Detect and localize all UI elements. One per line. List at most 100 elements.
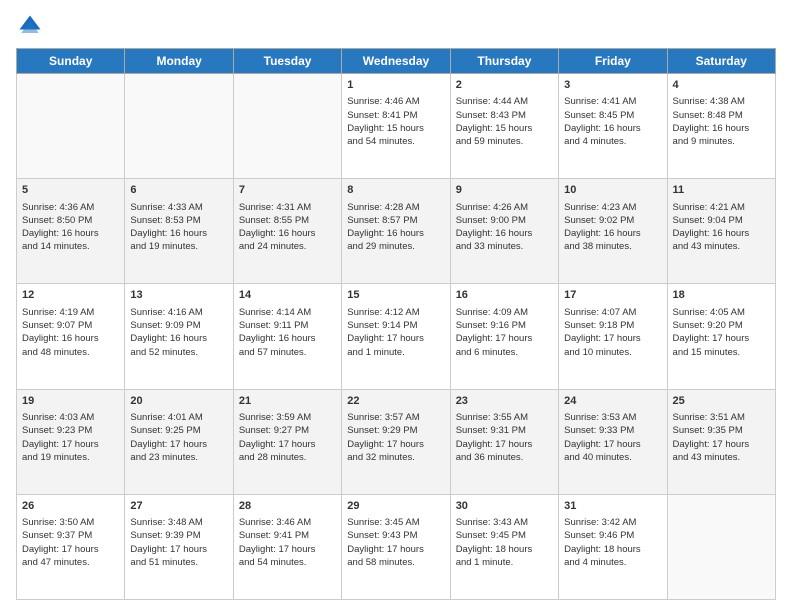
- day-info-line: Sunrise: 4:21 AM: [673, 201, 770, 214]
- day-number: 3: [564, 78, 661, 93]
- day-number: 14: [239, 288, 336, 303]
- calendar-cell: 9Sunrise: 4:26 AMSunset: 9:00 PMDaylight…: [450, 179, 558, 284]
- day-info-line: Sunrise: 3:45 AM: [347, 516, 444, 529]
- day-info-line: Sunrise: 4:38 AM: [673, 95, 770, 108]
- day-info-line: Sunrise: 4:03 AM: [22, 411, 119, 424]
- day-info-line: and 28 minutes.: [239, 451, 336, 464]
- day-info-line: and 4 minutes.: [564, 135, 661, 148]
- day-info-line: and 43 minutes.: [673, 240, 770, 253]
- day-info-line: Sunrise: 3:53 AM: [564, 411, 661, 424]
- day-info-line: and 23 minutes.: [130, 451, 227, 464]
- day-info-line: Sunrise: 4:44 AM: [456, 95, 553, 108]
- calendar-cell: 11Sunrise: 4:21 AMSunset: 9:04 PMDayligh…: [667, 179, 775, 284]
- day-number: 2: [456, 78, 553, 93]
- day-info-line: Daylight: 17 hours: [239, 438, 336, 451]
- day-info-line: Daylight: 17 hours: [564, 332, 661, 345]
- day-info-line: and 1 minute.: [456, 556, 553, 569]
- day-info-line: Daylight: 16 hours: [347, 227, 444, 240]
- day-info-line: Sunset: 9:35 PM: [673, 424, 770, 437]
- day-info-line: and 15 minutes.: [673, 346, 770, 359]
- day-info-line: Sunset: 9:16 PM: [456, 319, 553, 332]
- day-info-line: Sunrise: 4:31 AM: [239, 201, 336, 214]
- day-info-line: and 33 minutes.: [456, 240, 553, 253]
- day-info-line: and 48 minutes.: [22, 346, 119, 359]
- day-number: 8: [347, 183, 444, 198]
- day-number: 1: [347, 78, 444, 93]
- day-info-line: Daylight: 16 hours: [130, 227, 227, 240]
- day-info-line: Sunrise: 3:59 AM: [239, 411, 336, 424]
- day-info-line: Sunrise: 4:23 AM: [564, 201, 661, 214]
- day-info-line: Sunset: 9:02 PM: [564, 214, 661, 227]
- calendar-cell: 27Sunrise: 3:48 AMSunset: 9:39 PMDayligh…: [125, 494, 233, 599]
- day-number: 28: [239, 499, 336, 514]
- day-number: 22: [347, 394, 444, 409]
- day-info-line: Sunrise: 4:16 AM: [130, 306, 227, 319]
- day-info-line: Sunrise: 3:50 AM: [22, 516, 119, 529]
- week-row-3: 12Sunrise: 4:19 AMSunset: 9:07 PMDayligh…: [17, 284, 776, 389]
- week-row-1: 1Sunrise: 4:46 AMSunset: 8:41 PMDaylight…: [17, 74, 776, 179]
- calendar-cell: 1Sunrise: 4:46 AMSunset: 8:41 PMDaylight…: [342, 74, 450, 179]
- day-info-line: Sunrise: 4:12 AM: [347, 306, 444, 319]
- day-info-line: Sunset: 9:14 PM: [347, 319, 444, 332]
- calendar-cell: 16Sunrise: 4:09 AMSunset: 9:16 PMDayligh…: [450, 284, 558, 389]
- day-info-line: and 9 minutes.: [673, 135, 770, 148]
- day-number: 18: [673, 288, 770, 303]
- day-info-line: Sunset: 9:23 PM: [22, 424, 119, 437]
- day-number: 19: [22, 394, 119, 409]
- day-number: 9: [456, 183, 553, 198]
- week-row-4: 19Sunrise: 4:03 AMSunset: 9:23 PMDayligh…: [17, 389, 776, 494]
- day-info-line: Daylight: 17 hours: [347, 332, 444, 345]
- calendar-cell: 12Sunrise: 4:19 AMSunset: 9:07 PMDayligh…: [17, 284, 125, 389]
- day-info-line: Daylight: 17 hours: [673, 332, 770, 345]
- calendar-cell: 13Sunrise: 4:16 AMSunset: 9:09 PMDayligh…: [125, 284, 233, 389]
- calendar-cell: 28Sunrise: 3:46 AMSunset: 9:41 PMDayligh…: [233, 494, 341, 599]
- day-info-line: and 14 minutes.: [22, 240, 119, 253]
- day-info-line: Sunrise: 3:43 AM: [456, 516, 553, 529]
- day-info-line: and 32 minutes.: [347, 451, 444, 464]
- header-cell-saturday: Saturday: [667, 49, 775, 74]
- day-info-line: Daylight: 17 hours: [347, 438, 444, 451]
- day-info-line: and 24 minutes.: [239, 240, 336, 253]
- day-info-line: Sunset: 9:20 PM: [673, 319, 770, 332]
- day-info-line: Sunset: 9:07 PM: [22, 319, 119, 332]
- day-info-line: Daylight: 18 hours: [456, 543, 553, 556]
- day-info-line: and 43 minutes.: [673, 451, 770, 464]
- day-info-line: Daylight: 15 hours: [347, 122, 444, 135]
- day-info-line: and 52 minutes.: [130, 346, 227, 359]
- calendar-cell: 7Sunrise: 4:31 AMSunset: 8:55 PMDaylight…: [233, 179, 341, 284]
- day-info-line: Sunrise: 4:05 AM: [673, 306, 770, 319]
- day-info-line: Sunset: 8:50 PM: [22, 214, 119, 227]
- day-info-line: Sunrise: 4:07 AM: [564, 306, 661, 319]
- week-row-5: 26Sunrise: 3:50 AMSunset: 9:37 PMDayligh…: [17, 494, 776, 599]
- day-info-line: Sunset: 9:33 PM: [564, 424, 661, 437]
- day-info-line: Daylight: 17 hours: [456, 332, 553, 345]
- day-info-line: Sunset: 9:00 PM: [456, 214, 553, 227]
- day-info-line: Sunset: 9:27 PM: [239, 424, 336, 437]
- day-info-line: Sunset: 9:09 PM: [130, 319, 227, 332]
- day-info-line: Daylight: 16 hours: [22, 227, 119, 240]
- day-number: 5: [22, 183, 119, 198]
- day-info-line: Sunset: 8:45 PM: [564, 109, 661, 122]
- day-info-line: Daylight: 17 hours: [347, 543, 444, 556]
- day-info-line: Sunset: 9:43 PM: [347, 529, 444, 542]
- day-info-line: Sunrise: 3:51 AM: [673, 411, 770, 424]
- day-info-line: Daylight: 17 hours: [564, 438, 661, 451]
- calendar-cell: 25Sunrise: 3:51 AMSunset: 9:35 PMDayligh…: [667, 389, 775, 494]
- day-info-line: Daylight: 17 hours: [673, 438, 770, 451]
- day-number: 17: [564, 288, 661, 303]
- page: SundayMondayTuesdayWednesdayThursdayFrid…: [0, 0, 792, 612]
- header-cell-wednesday: Wednesday: [342, 49, 450, 74]
- day-info-line: Sunset: 9:45 PM: [456, 529, 553, 542]
- day-number: 12: [22, 288, 119, 303]
- day-info-line: Sunset: 9:41 PM: [239, 529, 336, 542]
- day-info-line: Sunset: 8:57 PM: [347, 214, 444, 227]
- day-info-line: Daylight: 17 hours: [22, 438, 119, 451]
- day-info-line: Sunset: 9:11 PM: [239, 319, 336, 332]
- logo: [16, 12, 48, 40]
- calendar-header: SundayMondayTuesdayWednesdayThursdayFrid…: [17, 49, 776, 74]
- calendar-cell: 15Sunrise: 4:12 AMSunset: 9:14 PMDayligh…: [342, 284, 450, 389]
- day-info-line: Daylight: 17 hours: [239, 543, 336, 556]
- day-number: 29: [347, 499, 444, 514]
- calendar-cell: 31Sunrise: 3:42 AMSunset: 9:46 PMDayligh…: [559, 494, 667, 599]
- day-info-line: Sunrise: 4:26 AM: [456, 201, 553, 214]
